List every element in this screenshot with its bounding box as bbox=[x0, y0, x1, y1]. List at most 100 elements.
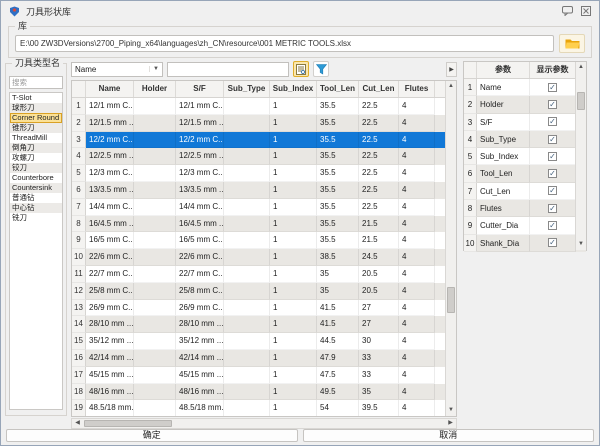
cell-subtype[interactable] bbox=[224, 400, 270, 417]
table-row[interactable]: 1 12/1 mm C... 12/1 mm C... 1 35.5 22.5 … bbox=[72, 98, 456, 115]
cell-subtype[interactable] bbox=[224, 350, 270, 367]
filter-funnel-button[interactable] bbox=[313, 61, 329, 77]
cell-subtype[interactable] bbox=[224, 367, 270, 384]
cell-cutlen[interactable]: 27 bbox=[359, 316, 399, 333]
table-row[interactable]: 17 45/15 mm ... 45/15 mm ... 1 47.5 33 4 bbox=[72, 367, 456, 384]
param-scroll-down-icon[interactable]: ▼ bbox=[576, 239, 586, 250]
cell-holder[interactable] bbox=[134, 316, 176, 333]
ok-button[interactable]: 确定 bbox=[6, 429, 298, 442]
cell-subindex[interactable]: 1 bbox=[270, 283, 317, 300]
show-param-checkbox[interactable]: ✓ bbox=[548, 152, 557, 161]
cell-subtype[interactable] bbox=[224, 333, 270, 350]
cell-name[interactable]: 12/2 mm C... bbox=[86, 132, 134, 149]
parameter-row[interactable]: 3 S/F ✓ bbox=[464, 114, 586, 131]
cell-sf[interactable]: 42/14 mm ... bbox=[176, 350, 224, 367]
table-row[interactable]: 3 12/2 mm C... 12/2 mm C... 1 35.5 22.5 … bbox=[72, 132, 456, 149]
cell-toollen[interactable]: 47.9 bbox=[317, 350, 359, 367]
cell-name[interactable]: 48/16 mm ... bbox=[86, 384, 134, 401]
cell-flutes[interactable]: 4 bbox=[399, 283, 435, 300]
parameter-row[interactable]: 10 Shank_Dia ✓ bbox=[464, 235, 586, 252]
library-path-input[interactable] bbox=[15, 35, 554, 52]
cell-cutlen[interactable]: 22.5 bbox=[359, 165, 399, 182]
scroll-right-icon[interactable]: ▶ bbox=[445, 419, 456, 428]
filter-query-input[interactable] bbox=[167, 62, 289, 77]
cell-flutes[interactable]: 4 bbox=[399, 182, 435, 199]
cell-subtype[interactable] bbox=[224, 115, 270, 132]
table-row[interactable]: 11 22/7 mm C... 22/7 mm C... 1 35 20.5 4 bbox=[72, 266, 456, 283]
cell-toollen[interactable]: 35.5 bbox=[317, 132, 359, 149]
show-param-checkbox[interactable]: ✓ bbox=[548, 117, 557, 126]
table-row[interactable]: 10 22/6 mm C... 22/6 mm C... 1 38.5 24.5… bbox=[72, 249, 456, 266]
cell-subtype[interactable] bbox=[224, 316, 270, 333]
cell-flutes[interactable]: 4 bbox=[399, 115, 435, 132]
cell-name[interactable]: 16/4.5 mm ... bbox=[86, 216, 134, 233]
cell-flutes[interactable]: 4 bbox=[399, 165, 435, 182]
cell-subindex[interactable]: 1 bbox=[270, 232, 317, 249]
show-param-checkbox[interactable]: ✓ bbox=[548, 204, 557, 213]
cell-holder[interactable] bbox=[134, 199, 176, 216]
cell-holder[interactable] bbox=[134, 165, 176, 182]
cell-holder[interactable] bbox=[134, 232, 176, 249]
cell-cutlen[interactable]: 21.5 bbox=[359, 232, 399, 249]
cell-subindex[interactable]: 1 bbox=[270, 249, 317, 266]
scroll-down-icon[interactable]: ▼ bbox=[446, 405, 456, 416]
cell-holder[interactable] bbox=[134, 216, 176, 233]
scroll-left-icon[interactable]: ◀ bbox=[72, 419, 83, 428]
tool-type-item[interactable]: Counterbore bbox=[10, 173, 62, 183]
cell-flutes[interactable]: 4 bbox=[399, 333, 435, 350]
cell-holder[interactable] bbox=[134, 300, 176, 317]
cell-holder[interactable] bbox=[134, 400, 176, 417]
cell-flutes[interactable]: 4 bbox=[399, 249, 435, 266]
cell-flutes[interactable]: 4 bbox=[399, 400, 435, 417]
cell-cutlen[interactable]: 20.5 bbox=[359, 283, 399, 300]
cell-toollen[interactable]: 49.5 bbox=[317, 384, 359, 401]
cell-subtype[interactable] bbox=[224, 165, 270, 182]
cell-cutlen[interactable]: 30 bbox=[359, 333, 399, 350]
cell-holder[interactable] bbox=[134, 148, 176, 165]
parameter-row[interactable]: 1 Name ✓ bbox=[464, 79, 586, 96]
cell-flutes[interactable]: 4 bbox=[399, 148, 435, 165]
cell-toollen[interactable]: 47.5 bbox=[317, 367, 359, 384]
cell-subtype[interactable] bbox=[224, 283, 270, 300]
cell-subtype[interactable] bbox=[224, 266, 270, 283]
table-row[interactable]: 12 25/8 mm C... 25/8 mm C... 1 35 20.5 4 bbox=[72, 283, 456, 300]
parameter-row[interactable]: 9 Cutter_Dia ✓ bbox=[464, 217, 586, 234]
cell-holder[interactable] bbox=[134, 182, 176, 199]
cell-subtype[interactable] bbox=[224, 216, 270, 233]
show-param-checkbox[interactable]: ✓ bbox=[548, 221, 557, 230]
cell-subindex[interactable]: 1 bbox=[270, 350, 317, 367]
cell-toollen[interactable]: 38.5 bbox=[317, 249, 359, 266]
cell-name[interactable]: 12/1 mm C... bbox=[86, 98, 134, 115]
table-row[interactable]: 8 16/4.5 mm ... 16/4.5 mm ... 1 35.5 21.… bbox=[72, 216, 456, 233]
cell-subindex[interactable]: 1 bbox=[270, 266, 317, 283]
table-vertical-scrollbar[interactable]: ▲ ▼ bbox=[445, 81, 456, 416]
table-row[interactable]: 15 35/12 mm ... 35/12 mm ... 1 44.5 30 4 bbox=[72, 333, 456, 350]
cell-subindex[interactable]: 1 bbox=[270, 316, 317, 333]
table-row[interactable]: 14 28/10 mm ... 28/10 mm ... 1 41.5 27 4 bbox=[72, 316, 456, 333]
cell-subindex[interactable]: 1 bbox=[270, 132, 317, 149]
cell-sf[interactable]: 26/9 mm C... bbox=[176, 300, 224, 317]
tool-type-item[interactable]: 铣刀 bbox=[10, 213, 62, 223]
parameter-row[interactable]: 2 Holder ✓ bbox=[464, 96, 586, 113]
cell-cutlen[interactable]: 20.5 bbox=[359, 266, 399, 283]
table-row[interactable]: 13 26/9 mm C... 26/9 mm C... 1 41.5 27 4 bbox=[72, 300, 456, 317]
show-param-checkbox[interactable]: ✓ bbox=[548, 100, 557, 109]
cell-subindex[interactable]: 1 bbox=[270, 216, 317, 233]
cell-cutlen[interactable]: 27 bbox=[359, 300, 399, 317]
cell-cutlen[interactable]: 24.5 bbox=[359, 249, 399, 266]
comment-bubble-icon[interactable] bbox=[561, 5, 574, 17]
table-row[interactable]: 19 48.5/18 mm... 48.5/18 mm... 1 54 39.5… bbox=[72, 400, 456, 417]
cell-cutlen[interactable]: 33 bbox=[359, 367, 399, 384]
cell-cutlen[interactable]: 39.5 bbox=[359, 400, 399, 417]
tool-type-item[interactable]: ThreadMill bbox=[10, 133, 62, 143]
tool-type-item[interactable]: 铰刀 bbox=[10, 163, 62, 173]
tool-type-item[interactable]: 普通钻 bbox=[10, 193, 62, 203]
parameter-row[interactable]: 7 Cut_Len ✓ bbox=[464, 183, 586, 200]
cell-toollen[interactable]: 35.5 bbox=[317, 199, 359, 216]
tool-type-item[interactable]: T-Slot bbox=[10, 93, 62, 103]
show-param-checkbox[interactable]: ✓ bbox=[548, 186, 557, 195]
column-header-holder[interactable]: Holder bbox=[134, 81, 176, 97]
cell-subtype[interactable] bbox=[224, 232, 270, 249]
cell-subtype[interactable] bbox=[224, 249, 270, 266]
cell-cutlen[interactable]: 22.5 bbox=[359, 182, 399, 199]
